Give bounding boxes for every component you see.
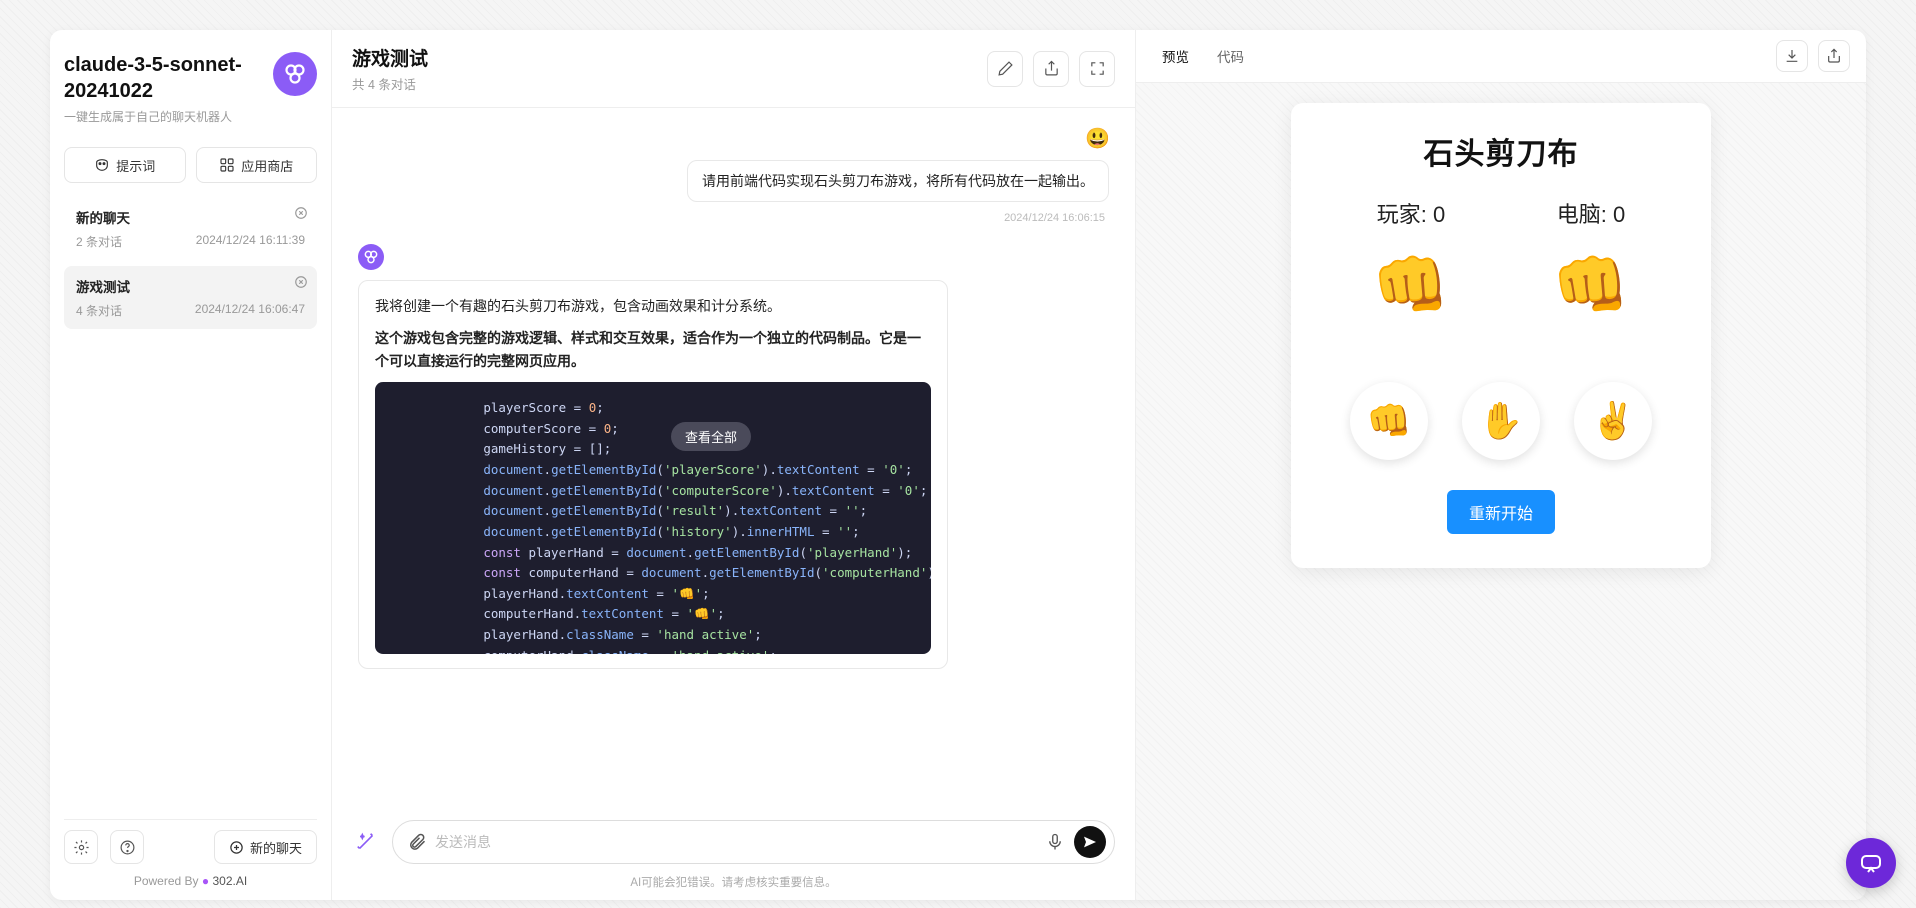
bot-intro-text: 我将创建一个有趣的石头剪刀布游戏，包含动画效果和计分系统。 <box>375 295 931 317</box>
choice-scissors-button[interactable]: ✌️ <box>1574 382 1652 460</box>
view-all-button[interactable]: 查看全部 <box>671 422 751 451</box>
sidebar-header: claude-3-5-sonnet-20241022 一键生成属于自己的聊天机器… <box>64 52 317 125</box>
download-button[interactable] <box>1776 40 1808 72</box>
user-message-row: 请用前端代码实现石头剪刀布游戏，将所有代码放在一起输出。 <box>358 160 1109 202</box>
settings-button[interactable] <box>64 830 98 864</box>
grid-icon <box>219 157 235 173</box>
bot-summary-text: 这个游戏包含完整的游戏逻辑、样式和交互效果，适合作为一个独立的代码制品。它是一个… <box>375 330 921 368</box>
message-input-box <box>392 820 1115 864</box>
player-score: 玩家: 0 <box>1377 197 1445 229</box>
gear-icon <box>73 839 90 856</box>
app-logo-icon <box>273 52 317 96</box>
app-window: claude-3-5-sonnet-20241022 一键生成属于自己的聊天机器… <box>50 30 1866 900</box>
user-avatar-emoji: 😃 <box>1085 126 1109 150</box>
bot-message-bubble: 我将创建一个有趣的石头剪刀布游戏，包含动画效果和计分系统。 这个游戏包含完整的游… <box>358 280 948 669</box>
microphone-icon <box>1046 833 1064 851</box>
help-button[interactable] <box>110 830 144 864</box>
hands-row: 👊 👊 <box>1321 249 1681 322</box>
choice-paper-button[interactable]: ✋ <box>1462 382 1540 460</box>
prompt-button[interactable]: 提示词 <box>64 147 186 183</box>
restart-button[interactable]: 重新开始 <box>1447 490 1555 534</box>
game-card: 石头剪刀布 玩家: 0 电脑: 0 👊 👊 👊 ✋ ✌️ 重新开始 <box>1291 103 1711 568</box>
chat-item-count: 2 条对话 <box>76 233 122 250</box>
message-list[interactable]: 😃 请用前端代码实现石头剪刀布游戏，将所有代码放在一起输出。 2024/12/2… <box>332 108 1135 808</box>
chat-bubble-icon <box>1859 851 1883 875</box>
share-icon <box>1043 60 1060 77</box>
magic-wand-button[interactable] <box>352 828 380 856</box>
chat-item-time: 2024/12/24 16:11:39 <box>196 233 305 250</box>
help-icon <box>119 839 136 856</box>
user-message-row: 😃 <box>358 126 1109 150</box>
sidebar-subtitle: 一键生成属于自己的聊天机器人 <box>64 108 263 125</box>
paperclip-icon <box>407 832 427 852</box>
tab-code[interactable]: 代码 <box>1207 42 1254 70</box>
wand-icon <box>355 831 377 853</box>
app-store-button-label: 应用商店 <box>241 156 293 175</box>
expand-icon <box>1089 60 1106 77</box>
computer-score: 电脑: 0 <box>1557 197 1625 229</box>
close-icon[interactable] <box>293 205 309 221</box>
game-title: 石头剪刀布 <box>1321 129 1681 173</box>
send-button[interactable] <box>1074 826 1106 858</box>
mask-icon <box>94 157 110 173</box>
pencil-icon <box>997 60 1014 77</box>
close-icon[interactable] <box>293 274 309 290</box>
computer-hand-emoji: 👊 <box>1552 249 1629 322</box>
message-timestamp: 2024/12/24 16:06:15 <box>358 212 1109 224</box>
prompt-button-label: 提示词 <box>116 156 155 175</box>
chat-item-title: 游戏测试 <box>76 276 305 296</box>
chat-list-item[interactable]: 新的聊天 2 条对话 2024/12/24 16:11:39 <box>64 197 317 260</box>
message-input[interactable] <box>435 834 1036 850</box>
disclaimer-text: AI可能会犯错误。请考虑核实重要信息。 <box>332 870 1135 900</box>
chat-fab-button[interactable] <box>1846 838 1896 888</box>
powered-by: Powered By ● 302.AI <box>64 874 317 888</box>
share-button[interactable] <box>1033 51 1069 87</box>
chat-item-time: 2024/12/24 16:06:47 <box>195 302 305 319</box>
bot-message-row: 我将创建一个有趣的石头剪刀布游戏，包含动画效果和计分系统。 这个游戏包含完整的游… <box>358 280 1109 669</box>
app-store-button[interactable]: 应用商店 <box>196 147 318 183</box>
send-icon <box>1082 834 1098 850</box>
chat-column: 游戏测试 共 4 条对话 😃 <box>332 30 1136 900</box>
chat-list-item[interactable]: 游戏测试 4 条对话 2024/12/24 16:06:47 <box>64 266 317 329</box>
main-area: 游戏测试 共 4 条对话 😃 <box>332 30 1866 900</box>
tab-preview[interactable]: 预览 <box>1152 42 1199 70</box>
fullscreen-button[interactable] <box>1079 51 1115 87</box>
chat-list: 新的聊天 2 条对话 2024/12/24 16:11:39 游戏测试 4 条对… <box>64 197 317 819</box>
download-icon <box>1784 48 1800 64</box>
preview-column: 预览 代码 石头剪刀布 玩家: 0 电脑: 0 <box>1136 30 1866 900</box>
attachment-button[interactable] <box>407 832 427 852</box>
bot-avatar-icon <box>358 244 384 270</box>
chat-header: 游戏测试 共 4 条对话 <box>332 30 1135 108</box>
edit-button[interactable] <box>987 51 1023 87</box>
share-icon <box>1826 48 1842 64</box>
preview-header: 预览 代码 <box>1136 30 1866 83</box>
share-preview-button[interactable] <box>1818 40 1850 72</box>
choices-row: 👊 ✋ ✌️ <box>1321 382 1681 460</box>
chat-subtitle: 共 4 条对话 <box>352 74 428 93</box>
player-hand-emoji: 👊 <box>1372 249 1449 322</box>
chat-title: 游戏测试 <box>352 44 428 71</box>
sidebar-footer: 新的聊天 Powered By ● 302.AI <box>64 819 317 888</box>
choice-rock-button[interactable]: 👊 <box>1350 382 1428 460</box>
user-message-bubble: 请用前端代码实现石头剪刀布游戏，将所有代码放在一起输出。 <box>687 160 1109 202</box>
chat-item-count: 4 条对话 <box>76 302 122 319</box>
score-row: 玩家: 0 电脑: 0 <box>1321 197 1681 229</box>
sidebar-actions: 提示词 应用商店 <box>64 147 317 183</box>
input-row <box>332 808 1135 870</box>
microphone-button[interactable] <box>1046 833 1064 851</box>
new-chat-label: 新的聊天 <box>250 838 302 857</box>
new-chat-button[interactable]: 新的聊天 <box>214 830 317 864</box>
sidebar: claude-3-5-sonnet-20241022 一键生成属于自己的聊天机器… <box>50 30 332 900</box>
plus-circle-icon <box>229 840 244 855</box>
bot-avatar-row <box>358 244 1109 270</box>
model-title: claude-3-5-sonnet-20241022 <box>64 52 263 104</box>
preview-body: 石头剪刀布 玩家: 0 电脑: 0 👊 👊 👊 ✋ ✌️ 重新开始 <box>1136 83 1866 900</box>
chat-item-title: 新的聊天 <box>76 207 305 227</box>
code-block: 查看全部 playerScore = 0; computerScore = 0;… <box>375 382 931 654</box>
